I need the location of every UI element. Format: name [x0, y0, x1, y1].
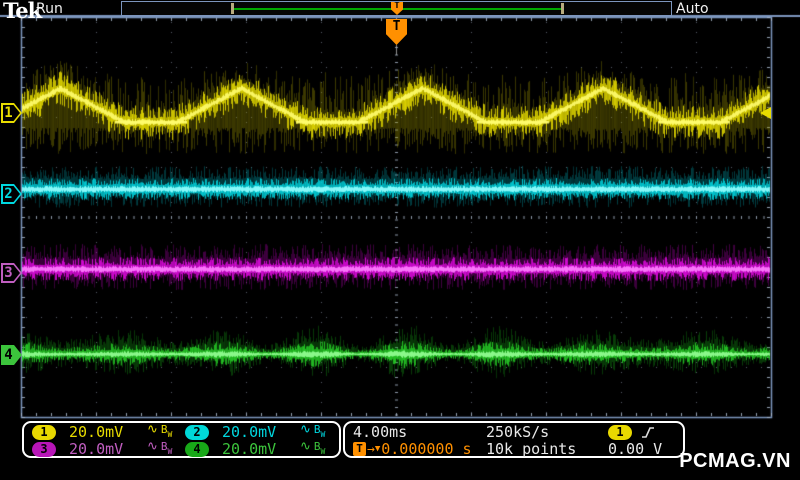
- channel-4-coupling-icons: ∿ B W: [300, 438, 326, 456]
- ac-coupling-icon: ∿: [300, 438, 311, 454]
- bandwidth-limit-icon: B: [160, 422, 168, 436]
- ac-coupling-icon: ∿: [300, 421, 311, 437]
- channel-2-readout: 2 20.0mV ∿ B W: [185, 421, 338, 441]
- record-window-left-bracket: [231, 3, 234, 14]
- channel-3-readout: 3 20.0mV ∿ B W: [32, 438, 185, 458]
- trigger-t-icon: T: [353, 442, 366, 456]
- record-length-readout: 10k points: [486, 440, 577, 458]
- record-view-bar: T: [121, 1, 672, 16]
- bandwidth-limit-icon: B: [160, 439, 168, 453]
- channel-4-badge: 4: [185, 441, 209, 457]
- channel-readout-box: 1 20.0mV ∿ B W 2 20.0mV ∿ B W 3 20.0mV ∿ B W 4…: [22, 421, 341, 458]
- channel-3-marker-label: 3: [4, 265, 13, 281]
- acquisition-status: Run: [36, 1, 63, 17]
- trigger-delay-readout: T → ▼ 0.000000 s: [353, 440, 486, 458]
- sample-rate-readout: 250kS/s: [486, 423, 550, 441]
- trigger-level-arrow-icon: [760, 107, 771, 119]
- channel-readout-row: 3 20.0mV ∿ B W 4 20.0mV ∿ B W: [24, 438, 339, 458]
- trigger-source-readout: 1: [608, 424, 683, 440]
- channel-2-coupling-icons: ∿ B W: [300, 421, 326, 439]
- channel-4-marker-label: 4: [4, 347, 13, 363]
- channel-2-badge: 2: [185, 424, 209, 440]
- channel-3-coupling-icons: ∿ B W: [147, 438, 173, 456]
- triangle-down-icon: ▼: [374, 444, 381, 454]
- ac-coupling-icon: ∿: [147, 421, 158, 437]
- bandwidth-limit-icon: B: [313, 422, 321, 436]
- channel-2-scale: 20.0mV: [222, 422, 277, 441]
- channel-1-readout: 1 20.0mV ∿ B W: [32, 421, 185, 441]
- channel-1-scale: 20.0mV: [69, 422, 124, 441]
- timebase-readout: 4.00ms: [353, 423, 408, 441]
- waveform-display-canvas: [0, 0, 800, 480]
- ac-coupling-icon: ∿: [147, 438, 158, 454]
- bandwidth-limit-icon: B: [313, 439, 321, 453]
- trigger-level-readout: 0.00 V: [608, 440, 663, 458]
- delay-value: 0.000000 s: [381, 440, 472, 458]
- channel-2-position-marker: 2: [1, 184, 22, 204]
- record-window-right-bracket: [561, 3, 564, 14]
- channel-3-scale: 20.0mV: [69, 439, 124, 458]
- trigger-source-badge: 1: [608, 424, 632, 440]
- channel-1-marker-label: 1: [4, 105, 13, 121]
- channel-1-coupling-icons: ∿ B W: [147, 421, 173, 439]
- oscilloscope-screen: Tek Run Auto T T 1 2 3 4 1 20.0mV ∿ B W …: [0, 0, 800, 480]
- channel-4-readout: 4 20.0mV ∿ B W: [185, 438, 338, 458]
- pcmag-watermark: PCMAG.VN: [679, 450, 791, 472]
- channel-1-badge: 1: [32, 424, 56, 440]
- channel-3-position-marker: 3: [1, 263, 22, 283]
- channel-readout-row: 1 20.0mV ∿ B W 2 20.0mV ∿ B W: [24, 421, 339, 441]
- horizontal-trigger-readout-box: 4.00ms 250kS/s 1 T → ▼ 0.000000 s 10k point…: [343, 421, 685, 458]
- channel-4-position-marker: 4: [1, 345, 22, 365]
- channel-2-marker-label: 2: [4, 186, 13, 202]
- trigger-mode-status: Auto: [676, 1, 709, 17]
- arrow-right-icon: →: [367, 441, 375, 457]
- channel-3-badge: 3: [32, 441, 56, 457]
- record-trigger-marker-icon: T: [391, 2, 403, 15]
- rising-edge-slope-icon: [642, 426, 654, 438]
- horizontal-readout-row: 4.00ms 250kS/s 1: [345, 423, 683, 441]
- channel-4-scale: 20.0mV: [222, 439, 277, 458]
- channel-1-position-marker: 1: [1, 103, 22, 123]
- trigger-readout-row: T → ▼ 0.000000 s 10k points 0.00 V: [345, 440, 683, 458]
